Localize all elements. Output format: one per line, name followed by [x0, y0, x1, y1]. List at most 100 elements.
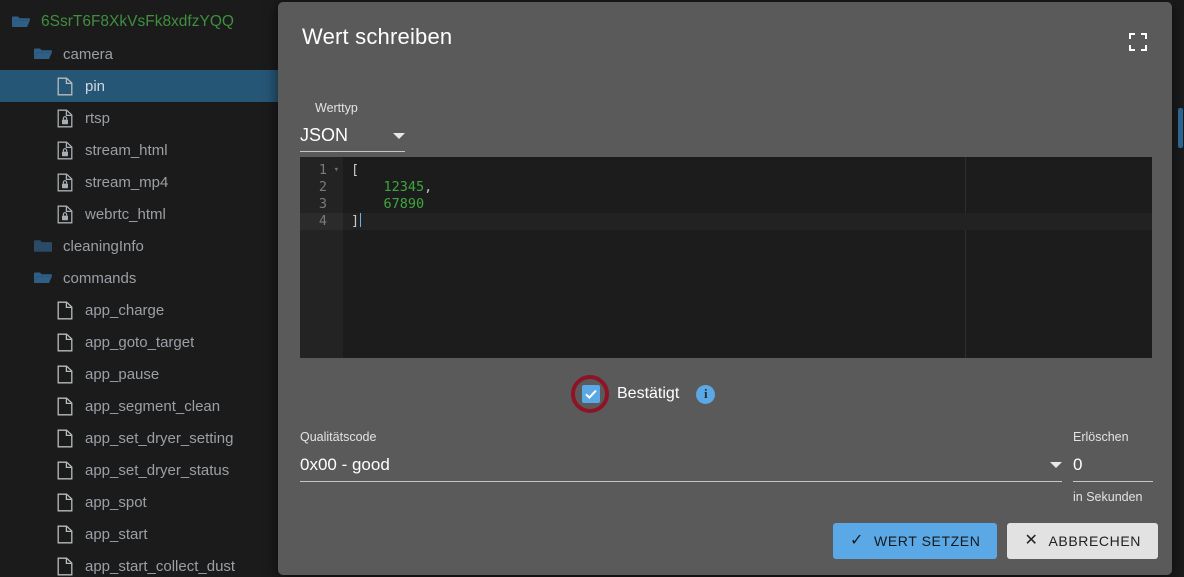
tree-item-app-charge[interactable]: app_charge: [0, 294, 280, 326]
editor-line-number-value: 3: [318, 196, 327, 212]
editor-code-line[interactable]: [: [343, 162, 1152, 179]
expiry-label: Erlöschen: [1073, 430, 1129, 444]
editor-code-line[interactable]: 67890: [343, 196, 1152, 213]
tree-item-6ssrt6f8xkvsfk8xdfzyqq[interactable]: 6SsrT6F8XkVsFk8xdfzYQQ: [0, 6, 280, 38]
tree-item-app-pause[interactable]: app_pause: [0, 358, 280, 390]
editor-code-line[interactable]: ]: [343, 213, 1152, 230]
value-type-field: Werttyp JSON: [300, 101, 405, 152]
json-bracket: ]: [351, 213, 360, 229]
page-scrollbar-thumb[interactable]: [1178, 108, 1183, 148]
text-cursor: [360, 213, 362, 227]
file-icon: [54, 459, 76, 481]
json-bracket: [: [351, 162, 360, 178]
file-icon: [54, 523, 76, 545]
tree-item-label: rtsp: [85, 109, 111, 127]
file-icon: [54, 555, 76, 577]
app-root: 6SsrT6F8XkVsFk8xdfzYQQ camera pin rtsp strea…: [0, 0, 1184, 577]
tree-item-camera[interactable]: camera: [0, 38, 280, 70]
expiry-input[interactable]: 0: [1073, 455, 1153, 482]
tree-item-label: app_pause: [85, 365, 160, 383]
tree-item-app-goto-target[interactable]: app_goto_target: [0, 326, 280, 358]
tree-item-label: app_set_dryer_setting: [85, 429, 234, 447]
dialog-footer: ✓ WERT SETZEN ✕ ABBRECHEN: [278, 523, 1172, 559]
tree-item-label: camera: [63, 45, 114, 63]
chevron-down-icon: [1050, 462, 1062, 468]
write-value-dialog: Wert schreiben Werttyp JSON 1 ▾ 2 3 4 [ 1234…: [278, 2, 1172, 575]
folder-open-icon: [32, 267, 54, 289]
expiry-hint: in Sekunden: [1073, 490, 1143, 504]
json-number: 12345: [383, 179, 425, 195]
value-type-label: Werttyp: [315, 101, 358, 115]
file-icon: [54, 363, 76, 385]
close-x-icon: ✕: [1024, 532, 1039, 549]
tree-item-app-spot[interactable]: app_spot: [0, 486, 280, 518]
file-locked-icon: [54, 203, 76, 225]
quality-code-selected: 0x00 - good: [300, 455, 390, 474]
info-icon[interactable]: i: [696, 384, 716, 404]
set-value-button[interactable]: ✓ WERT SETZEN: [833, 523, 998, 559]
tree-item-label: stream_html: [85, 141, 168, 159]
tree-item-app-start[interactable]: app_start: [0, 518, 280, 550]
editor-line-number: 2: [300, 179, 343, 196]
quality-code-select[interactable]: 0x00 - good: [300, 455, 1062, 482]
tree-item-label: app_start: [85, 525, 148, 543]
set-value-button-label: WERT SETZEN: [874, 533, 981, 549]
tree-item-webrtc-html[interactable]: webrtc_html: [0, 198, 280, 230]
editor-line-numbers: 1 ▾ 2 3 4: [300, 157, 343, 358]
dialog-title: Wert schreiben: [302, 24, 453, 49]
editor-code-area[interactable]: [ 12345, 67890]: [343, 157, 1152, 358]
tree-item-rtsp[interactable]: rtsp: [0, 102, 280, 134]
tree-item-label: 6SsrT6F8XkVsFk8xdfzYQQ: [41, 13, 234, 30]
editor-line-number-value: 1: [318, 162, 327, 178]
file-icon: [54, 331, 76, 353]
checkmark-icon: [582, 385, 600, 403]
chevron-down-icon: [393, 132, 405, 139]
tree-item-label: pin: [85, 77, 106, 95]
quality-code-field: Qualitätscode 0x00 - good: [300, 430, 1062, 482]
file-icon: [54, 427, 76, 449]
tree-item-app-segment-clean[interactable]: app_segment_clean: [0, 390, 280, 422]
expiry-field: Erlöschen 0 in Sekunden: [1073, 430, 1153, 504]
tree-item-label: webrtc_html: [85, 205, 166, 223]
editor-line-number: 4: [300, 213, 343, 230]
json-value-editor[interactable]: 1 ▾ 2 3 4 [ 12345, 67890]: [300, 157, 1152, 358]
value-type-select[interactable]: JSON: [300, 125, 405, 152]
cancel-button[interactable]: ✕ ABBRECHEN: [1007, 523, 1158, 559]
folder-open-icon: [10, 11, 32, 33]
tree-item-app-start-collect-dust[interactable]: app_start_collect_dust: [0, 550, 280, 577]
code-fold-toggle-icon[interactable]: ▾: [329, 162, 339, 179]
confirmed-label: Bestätigt: [617, 385, 680, 402]
file-locked-icon: [54, 107, 76, 129]
tree-item-label: commands: [63, 269, 137, 287]
tree-item-commands[interactable]: commands: [0, 262, 280, 294]
confirmed-row: Bestätigt i: [571, 375, 716, 413]
tree-item-stream-html[interactable]: stream_html: [0, 134, 280, 166]
tree-item-label: app_goto_target: [85, 333, 195, 351]
tree-item-label: app_spot: [85, 493, 147, 511]
file-locked-icon: [54, 171, 76, 193]
tree-item-app-set-dryer-setting[interactable]: app_set_dryer_setting: [0, 422, 280, 454]
folder-closed-icon: [32, 235, 54, 257]
tree-item-label: cleaningInfo: [63, 237, 144, 255]
cancel-button-label: ABBRECHEN: [1048, 533, 1141, 549]
tree-item-pin[interactable]: pin: [0, 70, 280, 102]
tree-item-label: stream_mp4: [85, 173, 169, 191]
tree-item-app-set-dryer-status[interactable]: app_set_dryer_status: [0, 454, 280, 486]
confirmed-checkbox[interactable]: [571, 375, 609, 413]
tree-item-stream-mp4[interactable]: stream_mp4: [0, 166, 280, 198]
tree-item-cleaninginfo[interactable]: cleaningInfo: [0, 230, 280, 262]
file-icon: [54, 491, 76, 513]
fullscreen-expand-icon[interactable]: [1126, 30, 1150, 54]
file-icon: [54, 75, 76, 97]
editor-code-line[interactable]: 12345,: [343, 179, 1152, 196]
tree-item-label: app_start_collect_dust: [85, 557, 236, 575]
tree-item-label: app_segment_clean: [85, 397, 221, 415]
object-tree-sidebar[interactable]: 6SsrT6F8XkVsFk8xdfzYQQ camera pin rtsp strea…: [0, 0, 280, 577]
json-comma: ,: [424, 179, 433, 195]
file-icon: [54, 299, 76, 321]
json-number: 67890: [383, 196, 425, 212]
editor-line-number: 1 ▾: [300, 162, 343, 179]
folder-open-icon: [32, 43, 54, 65]
editor-line-number-value: 2: [318, 179, 327, 195]
file-icon: [54, 395, 76, 417]
